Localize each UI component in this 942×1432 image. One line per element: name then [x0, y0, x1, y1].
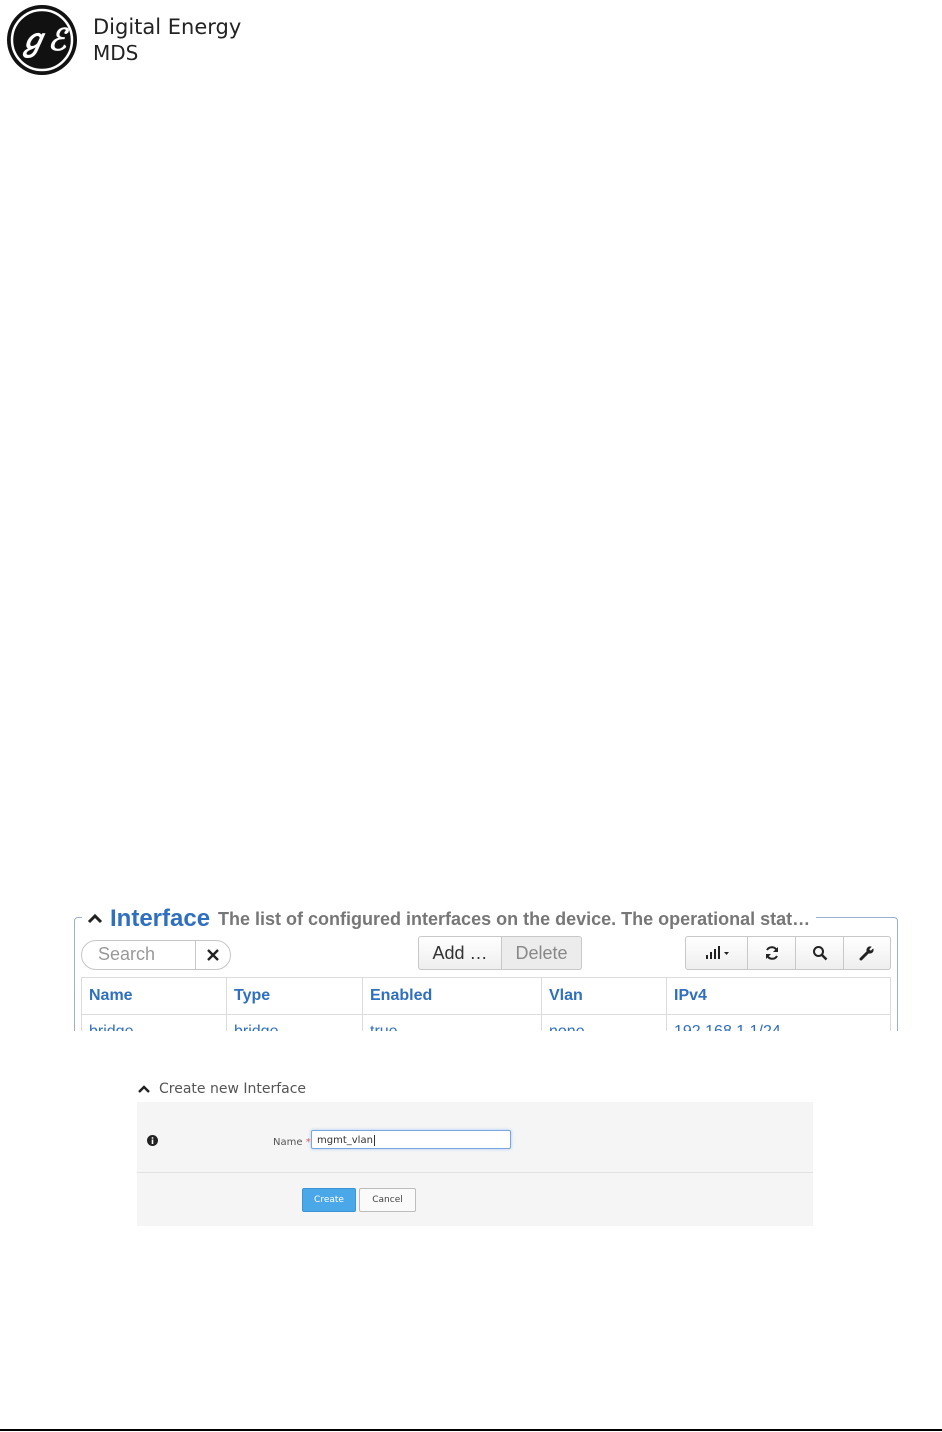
add-button[interactable]: Add …	[418, 936, 502, 970]
brand-line-2: MDS	[93, 41, 139, 65]
interface-panel-title: Interface	[110, 905, 211, 932]
name-field-row: Name * mgmt_vlan	[137, 1102, 813, 1173]
brand-name: Digital Energy MDS	[93, 14, 241, 66]
interface-panel-description: The list of configured interfaces on the…	[218, 908, 811, 929]
interface-table: Name Type Enabled Vlan IPv4 bridge bridg…	[81, 977, 891, 1031]
text-cursor	[373, 1134, 375, 1146]
search-input[interactable]: Search	[81, 940, 231, 970]
signal-bars-icon	[705, 946, 729, 959]
interface-panel: Interface The list of configured interfa…	[74, 905, 898, 1031]
name-input[interactable]: mgmt_vlan	[311, 1130, 511, 1149]
table-header-row: Name Type Enabled Vlan IPv4	[81, 977, 891, 1015]
table-row[interactable]: bridge bridge true none 192.168.1.1/24	[81, 1014, 891, 1031]
cancel-button[interactable]: Cancel	[359, 1188, 416, 1212]
delete-button[interactable]: Delete	[502, 936, 582, 970]
close-icon	[207, 949, 219, 961]
required-marker: *	[305, 1137, 311, 1148]
columns-dropdown-button[interactable]	[685, 936, 748, 970]
column-header-type[interactable]: Type	[226, 977, 363, 1015]
footer-rule	[0, 1429, 942, 1431]
create-dialog-header: Create new Interface	[137, 1078, 306, 1100]
create-interface-dialog: Create new Interface Name * mgmt_vlan Cr…	[137, 1078, 813, 1228]
settings-button[interactable]	[844, 936, 891, 970]
search-placeholder: Search	[98, 944, 156, 964]
create-button[interactable]: Create	[302, 1188, 356, 1212]
cell-enabled: true	[362, 1014, 542, 1031]
wrench-icon	[859, 945, 875, 961]
create-dialog-body: Name * mgmt_vlan Create Cancel	[137, 1102, 813, 1226]
name-label: Name *	[273, 1137, 311, 1148]
cell-type: bridge	[226, 1014, 363, 1031]
cell-ipv4: 192.168.1.1/24	[666, 1014, 891, 1031]
clear-search-button[interactable]	[195, 941, 230, 969]
search-button[interactable]	[796, 936, 844, 970]
ge-logo: ℊℰ	[7, 5, 77, 75]
cell-name[interactable]: bridge	[81, 1014, 227, 1031]
column-header-enabled[interactable]: Enabled	[362, 977, 542, 1015]
svg-text:ℊℰ: ℊℰ	[18, 23, 70, 59]
create-dialog-title: Create new Interface	[159, 1081, 307, 1097]
interface-panel-header: Interface The list of configured interfa…	[82, 905, 817, 933]
name-input-value: mgmt_vlan	[317, 1135, 373, 1146]
column-header-name[interactable]: Name	[81, 977, 227, 1015]
refresh-button[interactable]	[748, 936, 796, 970]
info-icon[interactable]	[147, 1135, 158, 1146]
cell-vlan: none	[541, 1014, 667, 1031]
column-header-vlan[interactable]: Vlan	[541, 977, 667, 1015]
column-header-ipv4[interactable]: IPv4	[666, 977, 891, 1015]
brand-line-1: Digital Energy	[93, 15, 242, 39]
collapse-caret-icon[interactable]	[137, 1084, 151, 1094]
refresh-icon	[765, 946, 778, 960]
collapse-caret-icon[interactable]	[86, 912, 104, 926]
search-icon	[812, 946, 827, 961]
add-delete-group: Add … Delete	[418, 936, 582, 970]
toolbar-group	[685, 936, 891, 970]
name-label-text: Name	[273, 1137, 303, 1148]
